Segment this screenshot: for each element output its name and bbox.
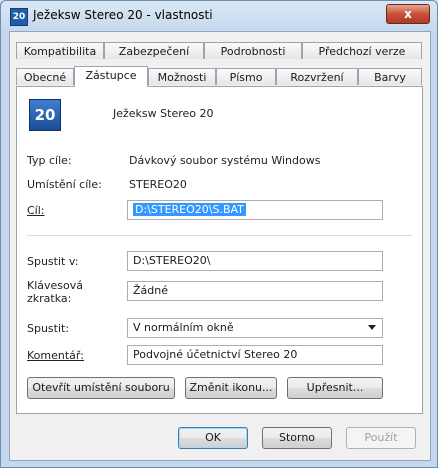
window-title: Ježeksw Stereo 20 - vlastnosti bbox=[33, 8, 213, 22]
chevron-down-icon bbox=[368, 325, 376, 330]
tab-podrobnosti[interactable]: Podrobnosti bbox=[204, 42, 302, 59]
properties-window: 20 Ježeksw Stereo 20 - vlastnosti x Komp… bbox=[0, 0, 438, 468]
comment-input[interactable]: Podvojné účetnictví Stereo 20 bbox=[127, 345, 383, 365]
shortcut-name: Ježeksw Stereo 20 bbox=[113, 107, 214, 120]
advanced-button[interactable]: Upřesnit... bbox=[287, 377, 383, 399]
start-in-input[interactable]: D:\STEREO20\ bbox=[127, 251, 383, 271]
dialog-client: Kompatibilita Zabezpečení Podrobnosti Př… bbox=[9, 31, 431, 461]
run-label: Spustit: bbox=[27, 322, 70, 335]
target-input[interactable]: D:\STEREO20\S.BAT bbox=[127, 200, 383, 220]
apply-button[interactable]: Použít bbox=[346, 427, 416, 449]
tab-row-1: Kompatibilita Zabezpečení Podrobnosti Př… bbox=[16, 42, 422, 60]
tab-rozvrzeni[interactable]: Rozvržení bbox=[276, 68, 358, 85]
target-location-value: STEREO20 bbox=[129, 178, 187, 191]
cancel-button[interactable]: Storno bbox=[262, 427, 332, 449]
run-select-value: V normálním okně bbox=[133, 321, 234, 334]
tab-row-2: Obecné Zástupce Možnosti Písmo Rozvržení… bbox=[16, 66, 422, 87]
title-bar[interactable]: 20 Ježeksw Stereo 20 - vlastnosti x bbox=[1, 1, 437, 31]
tab-zastupce[interactable]: Zástupce bbox=[74, 66, 148, 87]
change-icon-button[interactable]: Změnit ikonu... bbox=[185, 377, 277, 399]
close-button[interactable]: x bbox=[386, 4, 430, 24]
app-title-icon: 20 bbox=[10, 8, 28, 26]
run-select[interactable]: V normálním okně bbox=[127, 318, 383, 338]
tab-zabezpeceni[interactable]: Zabezpečení bbox=[104, 42, 204, 59]
shortcut-tab-panel: 20 Ježeksw Stereo 20 Typ cíle: Dávkový s… bbox=[16, 86, 423, 414]
open-file-location-button[interactable]: Otevřít umístění souboru bbox=[27, 377, 175, 399]
tab-kompatibilita[interactable]: Kompatibilita bbox=[16, 42, 104, 59]
target-input-value: D:\STEREO20\S.BAT bbox=[133, 203, 246, 216]
shortcut-app-icon: 20 bbox=[29, 99, 61, 131]
tab-obecne[interactable]: Obecné bbox=[16, 68, 74, 85]
tab-predchozi-verze[interactable]: Předchozí verze bbox=[302, 42, 422, 59]
comment-label: Komentář: bbox=[27, 349, 84, 362]
tab-barvy[interactable]: Barvy bbox=[358, 68, 422, 85]
tab-moznosti[interactable]: Možnosti bbox=[148, 68, 216, 85]
hotkey-label-line2: zkratka: bbox=[27, 292, 72, 305]
tab-pismo[interactable]: Písmo bbox=[216, 68, 276, 85]
hotkey-input[interactable]: Žádné bbox=[127, 281, 383, 301]
separator bbox=[27, 235, 412, 236]
start-in-label: Spustit v: bbox=[27, 255, 79, 268]
target-type-label: Typ cíle: bbox=[27, 154, 72, 167]
target-label: Cíl: bbox=[27, 204, 45, 217]
ok-button[interactable]: OK bbox=[178, 427, 248, 449]
hotkey-label-line1: Klávesová bbox=[27, 279, 83, 292]
target-location-label: Umístění cíle: bbox=[27, 178, 102, 191]
target-type-value: Dávkový soubor systému Windows bbox=[129, 154, 321, 167]
